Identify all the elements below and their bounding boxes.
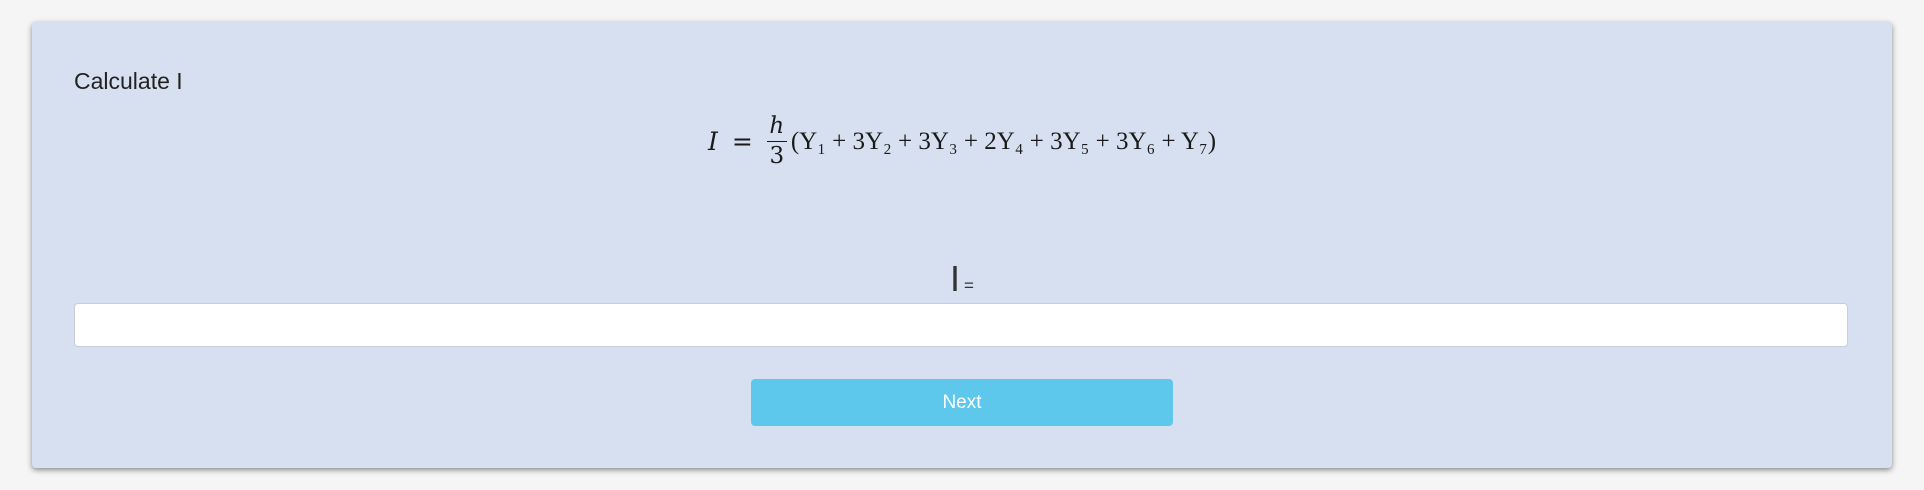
answer-label: I =: [32, 258, 1892, 300]
answer-label-equals: =: [964, 276, 974, 295]
question-title: Calculate I: [74, 68, 183, 94]
question-card: Calculate I I = h 3 (Y₁ + 3Y₂ + 3Y₃ + 2Y…: [32, 22, 1892, 468]
next-button[interactable]: Next: [751, 379, 1173, 426]
formula: I = h 3 (Y₁ + 3Y₂ + 3Y₃ + 2Y₄ + 3Y₅ + 3Y…: [32, 113, 1892, 170]
formula-fraction: h 3: [766, 113, 787, 170]
fraction-numerator: h: [769, 113, 785, 139]
answer-label-variable: I: [950, 258, 961, 299]
fraction-bar: [766, 141, 787, 143]
formula-rhs: (Y₁ + 3Y₂ + 3Y₃ + 2Y₄ + 3Y₅ + 3Y₆ + Y₇): [790, 127, 1217, 155]
fraction-denominator: 3: [769, 143, 785, 170]
answer-input[interactable]: [74, 303, 1848, 347]
formula-equals: =: [731, 127, 753, 157]
formula-lhs: I: [707, 127, 718, 157]
